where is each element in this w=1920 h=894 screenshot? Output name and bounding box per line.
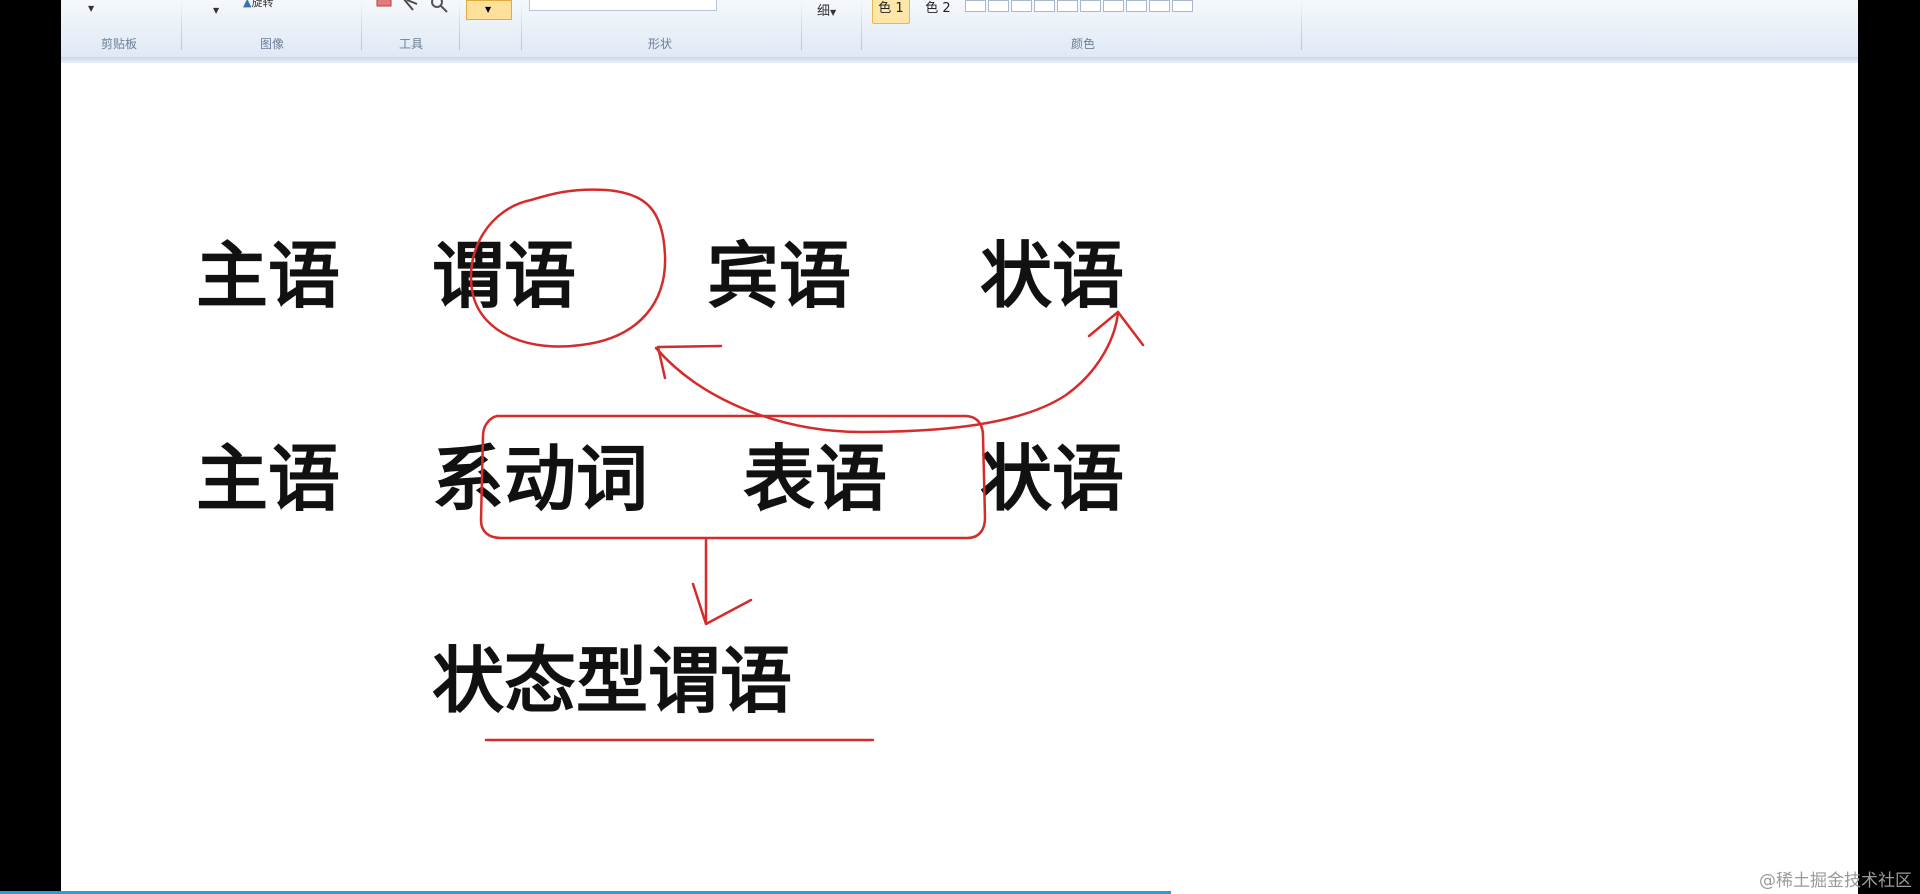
curve-arrow-annotation: [654, 310, 1120, 434]
arrowhead-left-icon: [656, 344, 723, 380]
annotation-layer: [469, 188, 1145, 742]
paint-window: ▼ 剪贴板 ▼ ▲旋转 图像 工具 ▼ 形状 细▼ 色 1 色 2 颜色 主语 …: [61, 0, 1858, 894]
rounded-box-annotation: [479, 414, 987, 540]
arrowhead-down-icon: [691, 582, 753, 626]
watermark: @稀土掘金技术社区: [1759, 871, 1912, 891]
circle-annotation: [469, 188, 667, 348]
